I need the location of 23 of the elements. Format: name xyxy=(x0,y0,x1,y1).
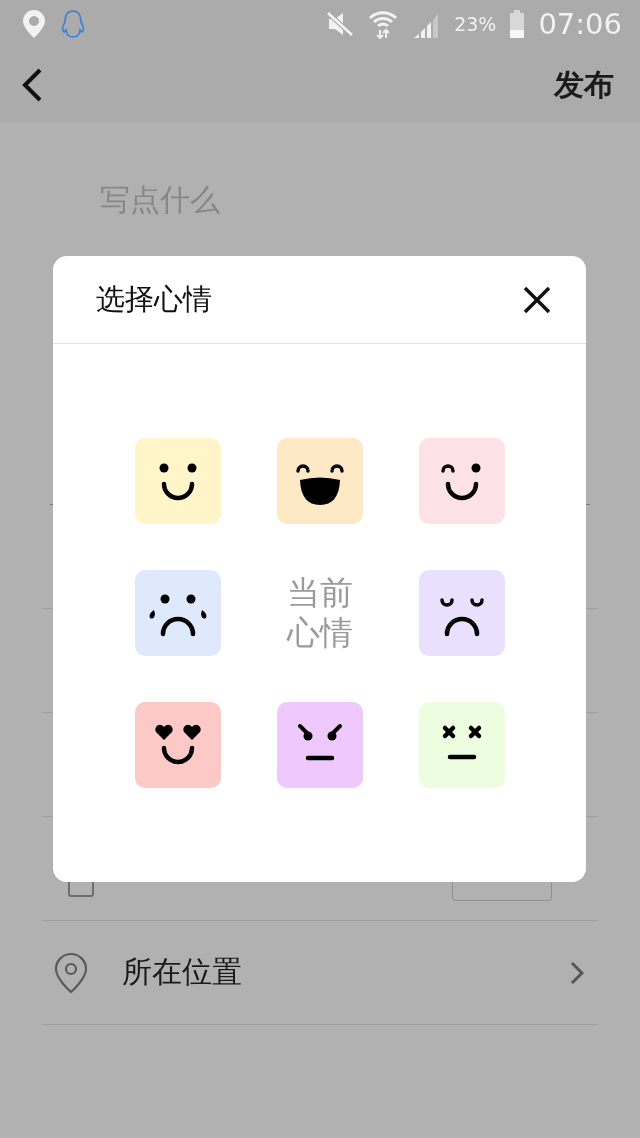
mood-button[interactable] xyxy=(276,438,363,524)
chevron-right-icon xyxy=(570,960,584,985)
mood-button[interactable] xyxy=(418,570,505,656)
battery-icon xyxy=(510,10,525,38)
location-pin-icon xyxy=(22,9,46,39)
close-button[interactable] xyxy=(522,284,552,315)
mood-button[interactable] xyxy=(134,702,221,788)
location-pin-icon xyxy=(54,951,88,994)
mood-button[interactable] xyxy=(134,570,221,656)
mood-button[interactable] xyxy=(134,438,221,524)
mood-button[interactable] xyxy=(418,438,505,524)
mood-button[interactable] xyxy=(276,702,363,788)
location-row[interactable]: 所在位置 xyxy=(42,921,598,1025)
publish-button[interactable]: 发布 xyxy=(554,64,614,106)
battery-percentage: 23% xyxy=(454,13,497,35)
wifi-icon xyxy=(368,9,399,39)
dialog-title: 选择心情 xyxy=(96,280,212,318)
penguin-icon xyxy=(60,9,86,39)
clock-time: 07:06 xyxy=(538,7,622,41)
mute-icon xyxy=(326,11,355,37)
current-mood-label: 当前心情 xyxy=(286,572,353,654)
back-icon[interactable] xyxy=(20,68,44,102)
mood-button[interactable] xyxy=(418,702,505,788)
